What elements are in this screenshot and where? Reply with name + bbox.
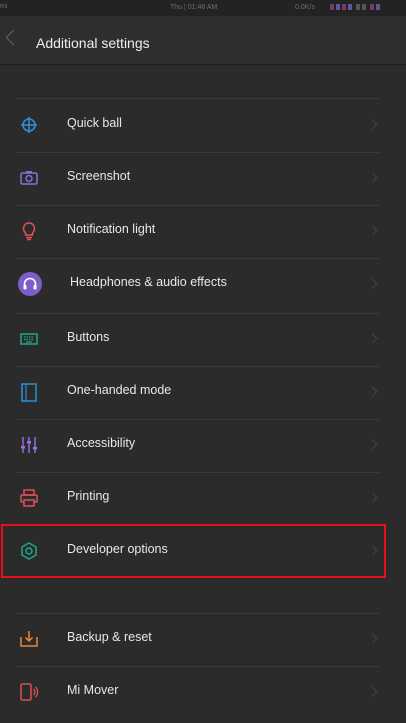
chevron-right-icon — [367, 686, 378, 697]
phone-waves-icon — [18, 681, 40, 703]
settings-item-label: Accessibility — [67, 436, 136, 450]
app-header: Additional settings — [0, 16, 406, 65]
chevron-right-icon — [367, 119, 378, 130]
camera-icon — [18, 167, 40, 189]
printer-icon — [18, 487, 40, 509]
page-title: Additional settings — [36, 35, 150, 51]
settings-item-label: Printing — [67, 489, 110, 503]
settings-item-backup-reset[interactable]: Backup & reset — [0, 613, 406, 666]
chevron-right-icon — [367, 333, 378, 344]
settings-item-label: Headphones & audio effects — [70, 275, 227, 289]
chevron-right-icon — [367, 386, 378, 397]
settings-item-screenshot[interactable]: Screenshot — [0, 152, 406, 205]
tablet-icon — [18, 381, 40, 403]
settings-item-label: One-handed mode — [67, 383, 172, 397]
chevron-right-icon — [367, 172, 378, 183]
settings-item-printing[interactable]: Printing — [0, 472, 406, 525]
status-time: Thu | 01:46 AM — [170, 4, 218, 11]
chevron-right-icon — [367, 633, 378, 644]
settings-item-buttons[interactable]: Buttons — [0, 313, 406, 366]
signal-battery-icons — [330, 4, 380, 10]
settings-item-label: Quick ball — [67, 116, 122, 130]
download-box-icon — [18, 628, 40, 650]
chevron-right-icon — [367, 492, 378, 503]
settings-item-mi-mover[interactable]: Mi Mover — [0, 666, 406, 719]
keyboard-icon — [18, 328, 40, 350]
settings-item-one-handed-mode[interactable]: One-handed mode — [0, 366, 406, 419]
chevron-right-icon — [367, 439, 378, 450]
settings-item-label: Notification light — [67, 222, 156, 236]
settings-item-label: Mi Mover — [67, 683, 119, 697]
settings-item-headphones[interactable]: Headphones & audio effects — [0, 258, 406, 313]
back-arrow-icon[interactable] — [5, 29, 22, 46]
carrier-label: mi — [0, 3, 8, 10]
network-speed: 0.0K/s — [295, 4, 315, 11]
chevron-right-icon — [367, 225, 378, 236]
settings-item-notification-light[interactable]: Notification light — [0, 205, 406, 258]
settings-item-label: Screenshot — [67, 169, 131, 183]
settings-item-quick-ball[interactable]: Quick ball — [0, 99, 406, 152]
system-status-icons — [330, 4, 390, 12]
headphones-icon — [18, 272, 42, 296]
settings-item-accessibility[interactable]: Accessibility — [0, 419, 406, 472]
settings-item-label: Backup & reset — [67, 630, 152, 644]
highlight-box — [1, 524, 386, 578]
status-bar: mi Thu | 01:46 AM 0.0K/s — [0, 0, 406, 16]
sliders-icon — [18, 434, 40, 456]
settings-item-label: Buttons — [67, 330, 110, 344]
lightbulb-icon — [18, 220, 40, 242]
crosshair-icon — [18, 114, 40, 136]
chevron-right-icon — [367, 278, 378, 289]
